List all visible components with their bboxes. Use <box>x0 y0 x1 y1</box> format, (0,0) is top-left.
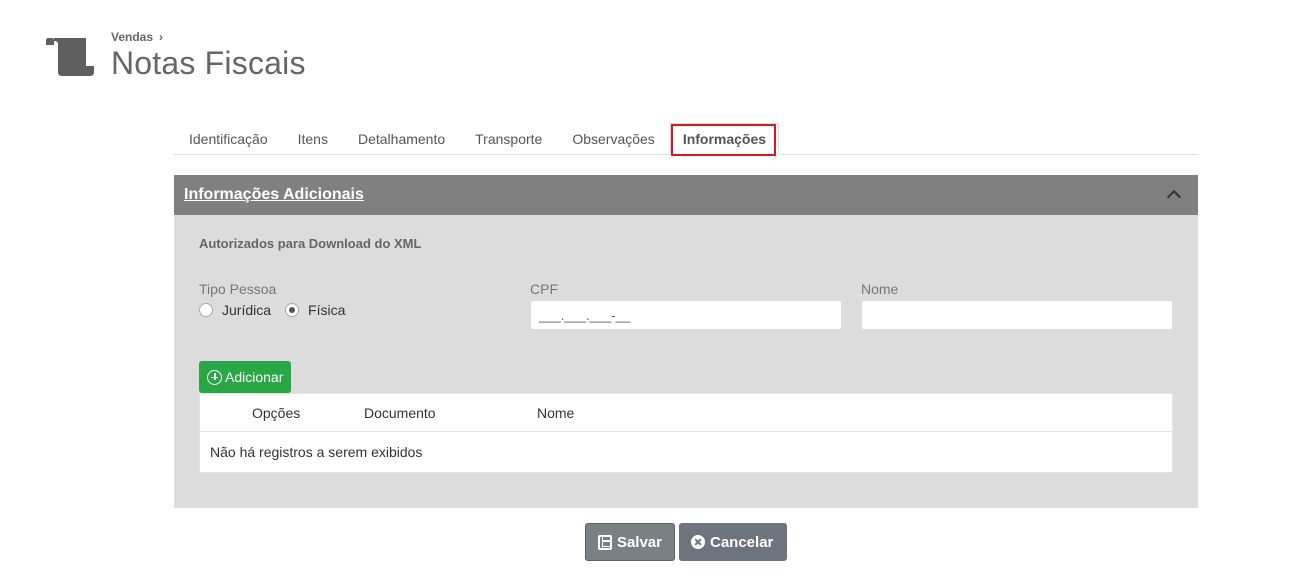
radio-fisica-label[interactable]: Física <box>308 302 345 318</box>
info-panel: Informações Adicionais Autorizados para … <box>174 175 1198 508</box>
close-circle-icon <box>691 535 705 549</box>
table-header: Opções Documento Nome <box>200 394 1172 432</box>
table-empty-message: Não há registros a serem exibidos <box>210 444 423 460</box>
tipo-pessoa-label: Tipo Pessoa <box>199 281 277 297</box>
tab-observacoes[interactable]: Observações <box>557 123 669 154</box>
add-button[interactable]: Adicionar <box>199 361 292 393</box>
breadcrumb: Vendas › <box>111 30 163 44</box>
page-title: Notas Fiscais <box>111 45 306 81</box>
cpf-input[interactable] <box>530 300 842 330</box>
tipo-pessoa-radio-group: Jurídica Física <box>199 302 359 318</box>
panel-title[interactable]: Informações Adicionais <box>184 186 364 204</box>
tab-transporte[interactable]: Transporte <box>460 123 557 154</box>
chevron-right-icon: › <box>159 30 164 44</box>
nome-input[interactable] <box>861 300 1173 330</box>
tab-identificacao[interactable]: Identificação <box>174 123 283 154</box>
authorized-table: Opções Documento Nome Não há registros a… <box>199 393 1173 473</box>
radio-juridica-circle[interactable] <box>199 303 213 317</box>
radio-juridica[interactable]: Jurídica <box>199 302 271 318</box>
breadcrumb-item-vendas[interactable]: Vendas <box>111 30 153 44</box>
cancel-button-label: Cancelar <box>710 533 774 551</box>
cpf-label: CPF <box>530 281 558 297</box>
tab-informacoes[interactable]: Informações <box>669 123 780 155</box>
radio-juridica-label[interactable]: Jurídica <box>222 302 271 318</box>
chevron-up-icon[interactable] <box>1166 187 1182 203</box>
footer-buttons: Salvar Cancelar <box>585 523 787 561</box>
tab-bar: Identificação Itens Detalhamento Transpo… <box>174 123 1198 155</box>
column-header-nome: Nome <box>537 405 575 421</box>
add-button-label: Adicionar <box>225 369 284 385</box>
column-header-opcoes: Opções <box>252 405 301 421</box>
column-header-documento: Documento <box>364 405 436 421</box>
save-button-label: Salvar <box>616 533 662 551</box>
radio-fisica-circle[interactable] <box>285 303 300 317</box>
tab-itens[interactable]: Itens <box>283 123 343 154</box>
page-header: Vendas › Notas Fiscais <box>46 30 446 90</box>
radio-fisica[interactable]: Física <box>285 302 345 318</box>
cancel-button[interactable]: Cancelar <box>679 523 787 561</box>
save-button[interactable]: Salvar <box>585 523 675 561</box>
nome-label: Nome <box>861 281 899 297</box>
section-title: Autorizados para Download do XML <box>199 236 422 251</box>
scroll-icon <box>46 38 94 76</box>
floppy-disk-icon <box>598 534 612 550</box>
panel-header[interactable]: Informações Adicionais <box>174 175 1198 215</box>
tab-detalhamento[interactable]: Detalhamento <box>343 123 460 154</box>
plus-circle-icon <box>207 369 222 385</box>
